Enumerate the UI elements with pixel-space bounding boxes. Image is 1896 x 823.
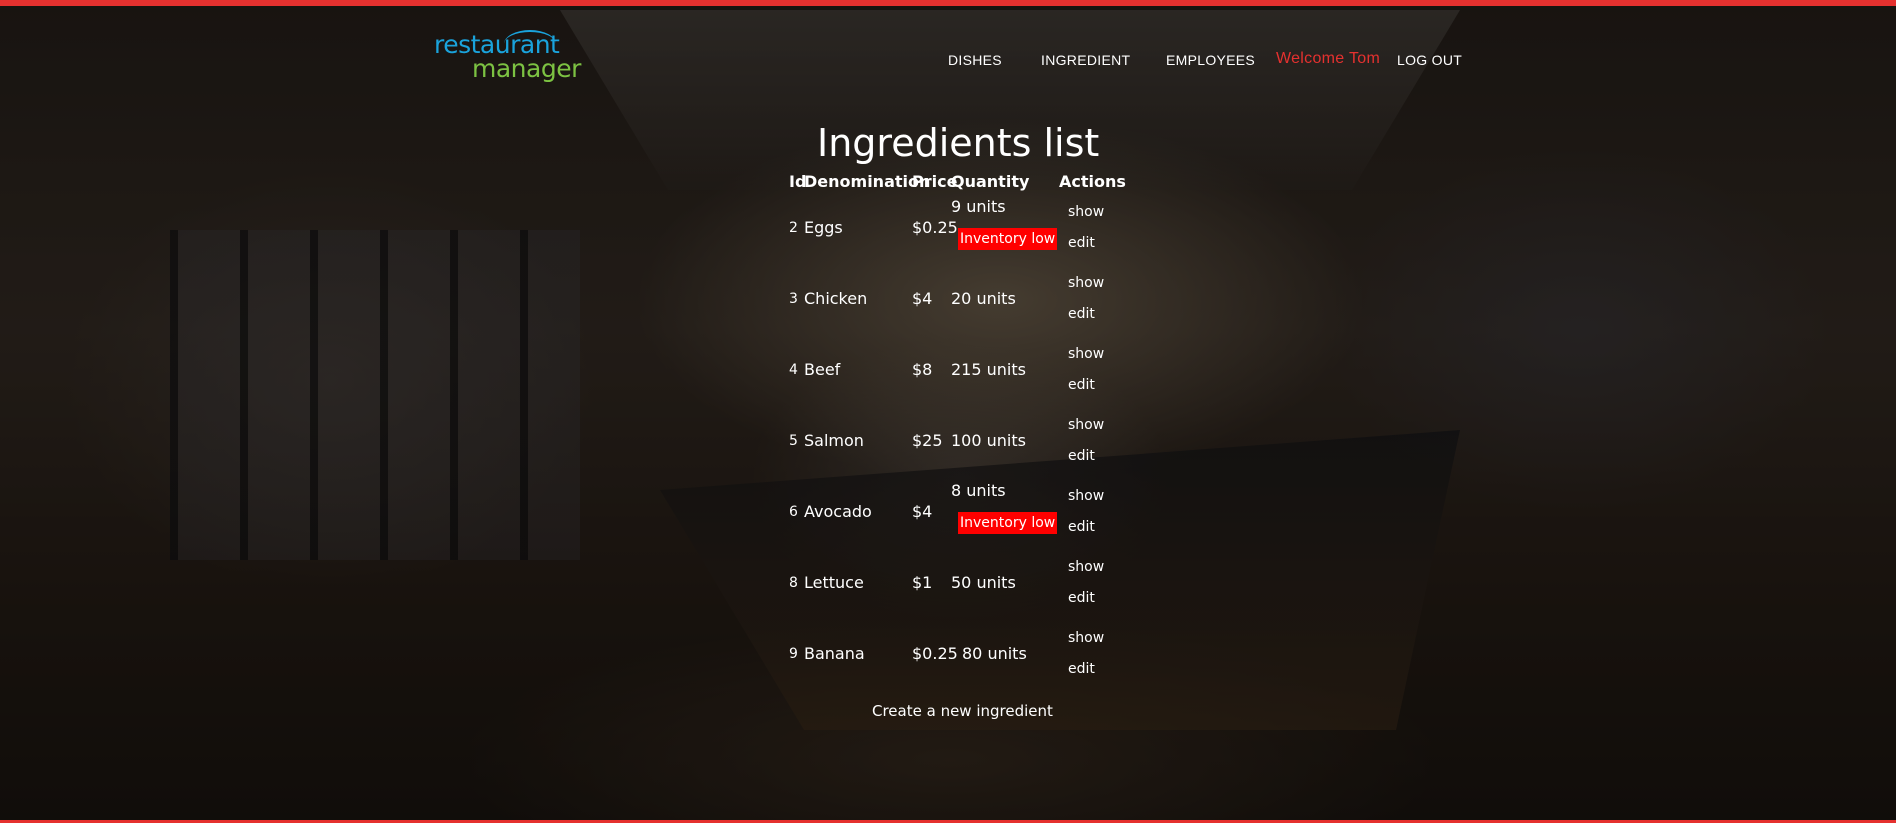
cell-id: 3 — [789, 291, 798, 307]
cell-id: 5 — [789, 433, 798, 449]
show-link[interactable]: show — [1068, 204, 1104, 220]
edit-link[interactable]: edit — [1068, 590, 1095, 606]
cell-quantity: 50 units — [951, 573, 1016, 592]
inventory-low-badge: Inventory low — [958, 512, 1058, 534]
cell-id: 6 — [789, 504, 798, 520]
cell-quantity: 20 units — [951, 289, 1016, 308]
cell-price: $0.25 — [912, 644, 958, 663]
show-link[interactable]: show — [1068, 630, 1104, 646]
cell-quantity: 9 units — [951, 197, 1006, 216]
cell-id: 8 — [789, 575, 798, 591]
cell-denomination: Chicken — [804, 289, 868, 308]
cell-denomination: Avocado — [804, 502, 872, 521]
logo-text-manager: manager — [472, 54, 581, 83]
edit-link[interactable]: edit — [1068, 448, 1095, 464]
edit-link[interactable]: edit — [1068, 661, 1095, 677]
col-header-actions: Actions — [1059, 172, 1126, 191]
page-title: Ingredients list — [817, 121, 1100, 165]
cell-price: $4 — [912, 289, 933, 308]
cell-denomination: Lettuce — [804, 573, 864, 592]
edit-link[interactable]: edit — [1068, 519, 1095, 535]
col-header-quantity: Quantity — [951, 172, 1030, 191]
cell-quantity: 8 units — [951, 481, 1006, 500]
inventory-low-badge: Inventory low — [958, 228, 1058, 250]
show-link[interactable]: show — [1068, 275, 1104, 291]
cell-price: $0.25 — [912, 218, 958, 237]
top-accent-bar — [0, 0, 1896, 6]
cell-price: $8 — [912, 360, 933, 379]
cell-quantity: 215 units — [951, 360, 1026, 379]
cell-id: 4 — [789, 362, 798, 378]
cell-quantity: 100 units — [951, 431, 1026, 450]
create-ingredient-link[interactable]: Create a new ingredient — [872, 702, 1053, 720]
nav-logout[interactable]: LOG OUT — [1397, 52, 1462, 68]
edit-link[interactable]: edit — [1068, 235, 1095, 251]
cell-denomination: Beef — [804, 360, 841, 379]
nav-ingredient[interactable]: INGREDIENT — [1041, 52, 1130, 68]
edit-link[interactable]: edit — [1068, 377, 1095, 393]
cell-id: 2 — [789, 220, 798, 236]
cell-price: $4 — [912, 502, 933, 521]
cell-price: $1 — [912, 573, 933, 592]
show-link[interactable]: show — [1068, 417, 1104, 433]
cell-denomination: Eggs — [804, 218, 843, 237]
cell-denomination: Salmon — [804, 431, 864, 450]
show-link[interactable]: show — [1068, 488, 1104, 504]
show-link[interactable]: show — [1068, 559, 1104, 575]
edit-link[interactable]: edit — [1068, 306, 1095, 322]
welcome-user[interactable]: Welcome Tom — [1276, 50, 1380, 68]
brand-logo[interactable]: restaurant manager — [434, 30, 581, 88]
cell-price: $25 — [912, 431, 943, 450]
cell-quantity: 80 units — [962, 644, 1027, 663]
cell-denomination: Banana — [804, 644, 865, 663]
nav-employees[interactable]: EMPLOYEES — [1166, 52, 1255, 68]
nav-dishes[interactable]: DISHES — [948, 52, 1002, 68]
show-link[interactable]: show — [1068, 346, 1104, 362]
cell-id: 9 — [789, 646, 798, 662]
